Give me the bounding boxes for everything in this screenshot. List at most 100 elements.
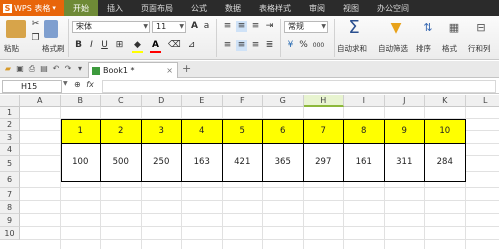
row-header-10[interactable]: 10 — [0, 227, 20, 240]
header-cell[interactable]: 5 — [222, 119, 263, 144]
number-format-select[interactable]: 常规 ▼ — [284, 21, 328, 33]
format-painter-label[interactable]: 格式刷 — [42, 43, 65, 54]
value-cell[interactable]: 500 — [101, 144, 142, 182]
font-color-icon[interactable]: A — [150, 40, 161, 51]
tab-data[interactable]: 数据 — [216, 0, 250, 16]
copy-icon[interactable]: ❐ — [30, 33, 41, 44]
fx-icon[interactable]: ⊕ fx — [74, 80, 94, 89]
font-name-select[interactable]: 宋体 ▼ — [72, 21, 150, 33]
font-size-select[interactable]: 11 ▼ — [152, 21, 186, 33]
header-cell[interactable]: 3 — [141, 119, 182, 144]
print-preview-icon[interactable]: ▤ — [39, 64, 49, 74]
tab-page-layout[interactable]: 页面布局 — [132, 0, 182, 16]
align-middle-icon[interactable]: ≡ — [236, 21, 247, 32]
add-tab-button[interactable]: + — [182, 62, 191, 75]
header-cell[interactable]: 10 — [425, 119, 466, 144]
row-header-9[interactable]: 9 — [0, 214, 20, 227]
value-cell[interactable]: 161 — [344, 144, 385, 182]
more-font-icon[interactable]: ⊿ — [186, 40, 197, 51]
value-cell[interactable]: 250 — [141, 144, 182, 182]
column-header-l[interactable]: L — [465, 95, 499, 107]
sort-icon[interactable]: ⇅ — [418, 19, 438, 37]
tab-table-style[interactable]: 表格样式 — [250, 0, 300, 16]
header-cell[interactable]: 8 — [344, 119, 385, 144]
value-cell[interactable]: 365 — [263, 144, 304, 182]
align-right-icon[interactable]: ≡ — [250, 40, 261, 51]
column-header-b[interactable]: B — [60, 95, 101, 107]
format-painter-icon[interactable] — [44, 20, 58, 38]
value-cell[interactable]: 421 — [222, 144, 263, 182]
shrink-font-icon[interactable]: a — [201, 21, 212, 32]
header-cell[interactable]: 4 — [182, 119, 223, 144]
select-all-corner[interactable] — [0, 95, 20, 107]
tab-office-space[interactable]: 办公空间 — [368, 0, 418, 16]
column-header-d[interactable]: D — [141, 95, 182, 107]
redo-icon[interactable]: ↷ — [63, 64, 73, 74]
save-icon[interactable]: ▣ — [15, 64, 25, 74]
paste-label[interactable]: 粘贴 — [4, 43, 19, 54]
rows-cols-label[interactable]: 行和列 — [468, 43, 491, 54]
open-icon[interactable]: ▰ — [3, 64, 13, 74]
app-menu-button[interactable]: S WPS 表格 ▾ — [0, 0, 64, 16]
paste-icon[interactable] — [6, 20, 26, 38]
rows-cols-icon[interactable]: ⊟ — [471, 19, 491, 37]
close-icon[interactable]: × — [166, 63, 173, 78]
grow-font-icon[interactable]: A — [189, 21, 200, 32]
customize-icon[interactable]: ▾ — [75, 64, 85, 74]
formula-input[interactable] — [102, 80, 496, 93]
align-center-icon[interactable]: ≡ — [236, 40, 247, 51]
column-header-a[interactable]: A — [20, 95, 61, 107]
row-header-7[interactable]: 7 — [0, 188, 20, 201]
value-cell[interactable]: 284 — [425, 144, 466, 182]
header-cell[interactable]: 6 — [263, 119, 304, 144]
justify-icon[interactable]: ≣ — [264, 40, 275, 51]
row-header-3[interactable]: 3 — [0, 131, 20, 144]
autosum-icon[interactable]: Σ — [344, 19, 364, 37]
percent-button[interactable]: % — [298, 40, 309, 51]
column-header-i[interactable]: I — [344, 95, 385, 107]
tab-formulas[interactable]: 公式 — [182, 0, 216, 16]
column-header-g[interactable]: G — [263, 95, 304, 107]
underline-button[interactable]: U — [99, 40, 110, 51]
row-header-4[interactable]: 4 — [0, 144, 20, 156]
column-header-j[interactable]: J — [384, 95, 425, 107]
document-tab[interactable]: Book1 * × — [88, 62, 178, 78]
column-header-f[interactable]: F — [222, 95, 263, 107]
row-header-1[interactable]: 1 — [0, 107, 20, 119]
align-left-icon[interactable]: ≡ — [222, 40, 233, 51]
row-header-2[interactable]: 2 — [0, 119, 20, 131]
sort-label[interactable]: 排序 — [416, 43, 431, 54]
indent-icon[interactable]: ⇥ — [264, 21, 275, 32]
filter-icon[interactable]: ▼ — [386, 19, 406, 37]
value-cell[interactable]: 100 — [60, 144, 101, 182]
print-icon[interactable]: ⎙ — [27, 64, 37, 74]
border-icon[interactable]: ⊞ — [114, 40, 125, 51]
column-header-k[interactable]: K — [425, 95, 466, 107]
chevron-down-icon[interactable]: ▼ — [63, 80, 68, 87]
align-bottom-icon[interactable]: ≡ — [250, 21, 261, 32]
value-cell[interactable]: 311 — [384, 144, 425, 182]
name-box[interactable]: H15 — [2, 80, 62, 93]
thousands-button[interactable]: 000 — [311, 40, 326, 51]
align-top-icon[interactable]: ≡ — [222, 21, 233, 32]
sheet-grid[interactable]: A B C D E F G H I J K L 1 2 3 4 5 6 7 8 9 10 1 2 3 4 5 6 7 8 9 10 100 500… — [0, 95, 499, 249]
tab-insert[interactable]: 插入 — [98, 0, 132, 16]
value-cell[interactable]: 297 — [303, 144, 344, 182]
bold-button[interactable]: B — [73, 40, 84, 51]
row-header-6[interactable]: 6 — [0, 172, 20, 188]
currency-icon[interactable]: ¥ — [285, 40, 296, 51]
value-cell[interactable]: 163 — [182, 144, 223, 182]
autosum-label[interactable]: 自动求和 — [337, 43, 367, 54]
tab-home[interactable]: 开始 — [64, 0, 98, 16]
header-cell[interactable]: 9 — [384, 119, 425, 144]
header-cell[interactable]: 7 — [303, 119, 344, 144]
format-label[interactable]: 格式 — [442, 43, 457, 54]
column-header-h[interactable]: H — [303, 95, 344, 107]
tab-review[interactable]: 审阅 — [300, 0, 334, 16]
undo-icon[interactable]: ↶ — [51, 64, 61, 74]
row-header-8[interactable]: 8 — [0, 201, 20, 214]
row-header-5[interactable]: 5 — [0, 156, 20, 172]
tab-view[interactable]: 视图 — [334, 0, 368, 16]
cut-icon[interactable]: ✂ — [30, 19, 41, 30]
fill-color-icon[interactable]: ◆ — [132, 40, 143, 51]
